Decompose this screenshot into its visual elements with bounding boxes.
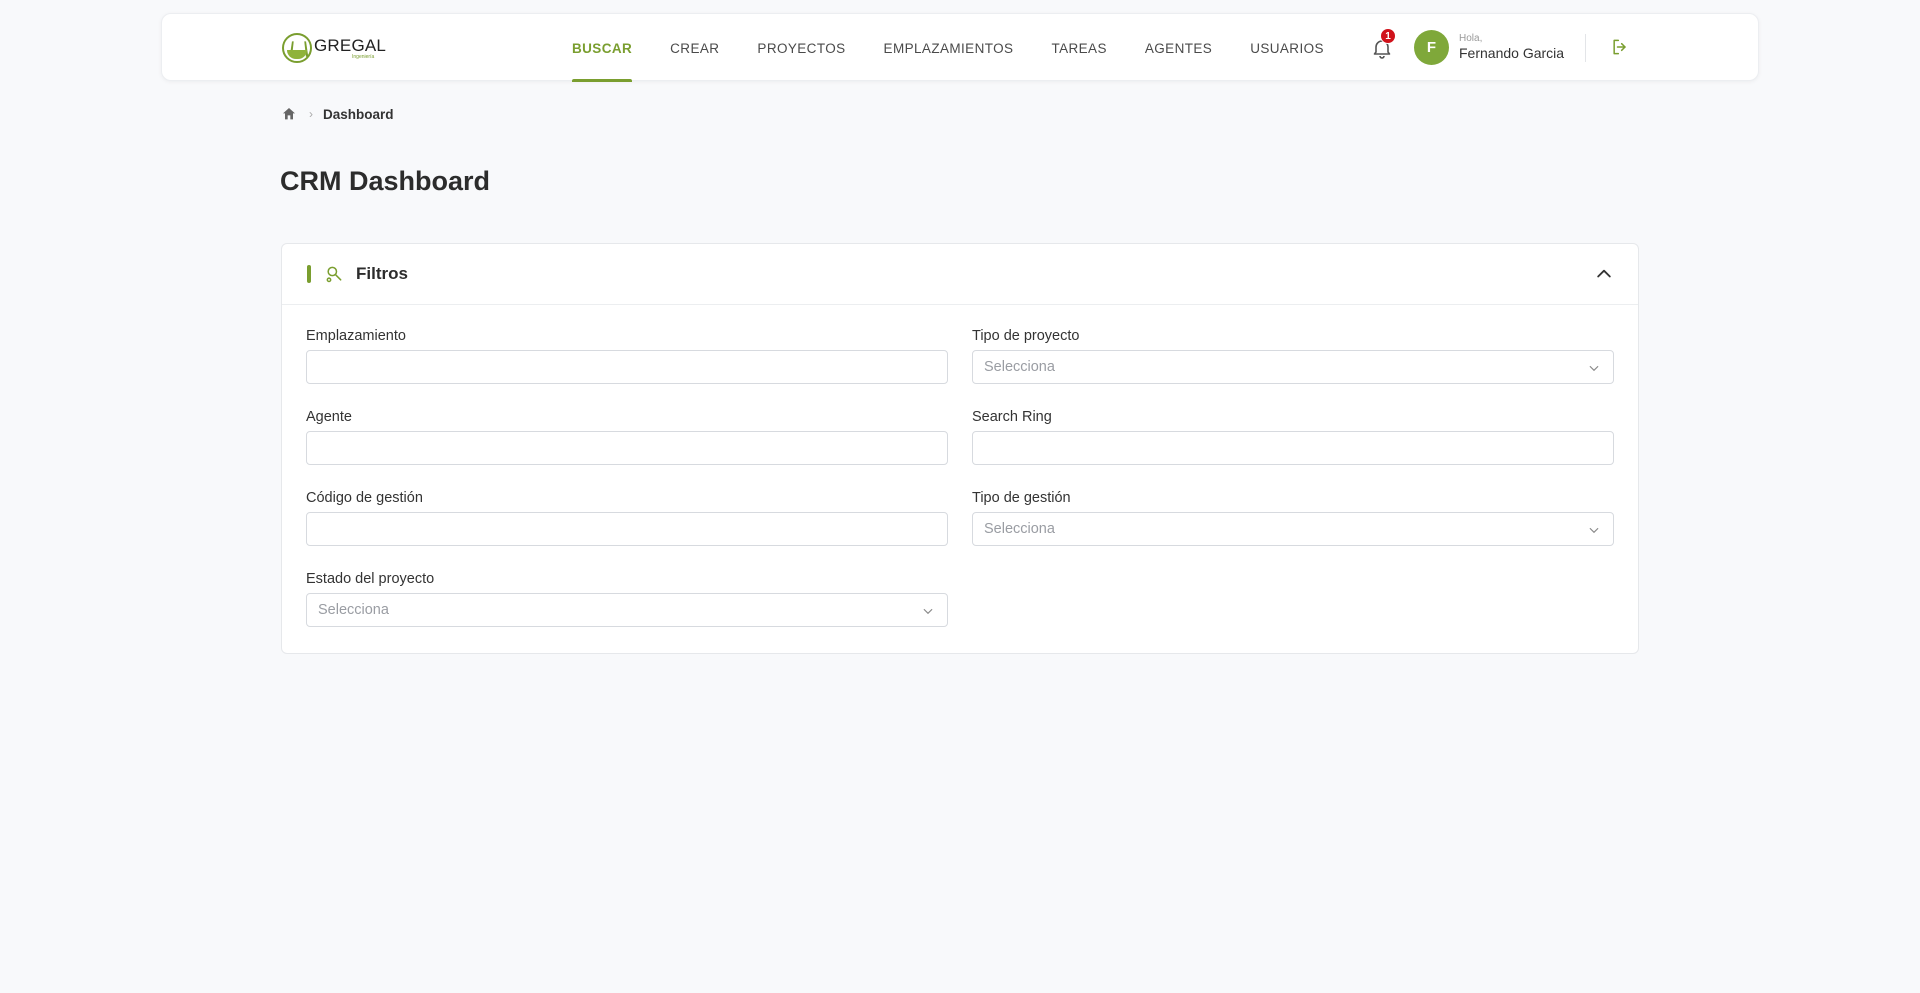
search-ring-field-group: Search Ring [972,409,1614,465]
tipo-gestion-select[interactable]: Selecciona [972,512,1614,546]
nav-item-proyectos[interactable]: PROYECTOS [757,14,845,82]
tipo-proyecto-label: Tipo de proyecto [972,328,1080,344]
nav-item-crear[interactable]: CREAR [670,14,719,82]
user-greeting: Hola, Fernando Garcia [1459,33,1564,61]
chevron-up-icon[interactable] [1594,264,1614,284]
nav-item-usuarios[interactable]: USUARIOS [1250,14,1324,82]
estado-proyecto-label: Estado del proyecto [306,571,435,587]
filter-search-icon [326,266,342,283]
tipo-gestion-label: Tipo de gestión [972,490,1071,506]
accent-bar [307,265,311,283]
agente-field-group: Agente [306,409,948,465]
codigo-gestion-input[interactable] [306,512,948,546]
avatar[interactable]: F [1414,30,1449,65]
tipo-proyecto-placeholder: Selecciona [984,359,1055,375]
tipo-gestion-placeholder: Selecciona [984,521,1055,537]
codigo-gestion-field-group: Código de gestión [306,490,948,546]
chevron-down-icon [1589,365,1599,372]
estado-proyecto-placeholder: Selecciona [318,602,389,618]
nav-item-buscar[interactable]: BUSCAR [572,14,633,82]
tipo-proyecto-field-group: Tipo de proyecto Selecciona [972,328,1614,384]
codigo-gestion-label: Código de gestión [306,490,423,506]
top-navbar: GREGAL Ingeniería BUSCAR CREAR PROYECTOS… [161,13,1759,82]
emplazamiento-label: Emplazamiento [306,328,406,344]
user-name[interactable]: Fernando Garcia [1459,45,1564,61]
brand-name: GREGAL [314,35,387,55]
logout-icon[interactable] [1610,37,1630,57]
nav-item-emplazamientos[interactable]: EMPLAZAMIENTOS [884,14,1014,82]
notification-badge: 1 [1380,28,1396,44]
filters-card: Filtros Emplazamiento Tipo de proyecto S… [281,243,1639,654]
home-icon[interactable] [281,106,297,122]
chevron-right-icon: › [309,107,313,121]
nav-item-agentes[interactable]: AGENTES [1145,14,1212,82]
estado-proyecto-field-group: Estado del proyecto Selecciona [306,571,948,627]
main-nav: BUSCAR CREAR PROYECTOS EMPLAZAMIENTOS TA… [572,14,1362,82]
emplazamiento-input[interactable] [306,350,948,384]
brand-logo[interactable]: GREGAL Ingeniería [282,32,386,64]
header-divider [1585,34,1586,62]
nav-item-tareas[interactable]: TAREAS [1051,14,1106,82]
estado-proyecto-select[interactable]: Selecciona [306,593,948,627]
chevron-down-icon [923,608,933,615]
filters-title: Filtros [356,264,408,283]
chevron-down-icon [1589,527,1599,534]
search-ring-label: Search Ring [972,409,1052,425]
agente-input[interactable] [306,431,948,465]
breadcrumb-current: Dashboard [323,106,394,122]
emplazamiento-field-group: Emplazamiento [306,328,948,384]
agente-label: Agente [306,409,352,425]
page-title: CRM Dashboard [280,166,491,196]
tipo-gestion-field-group: Tipo de gestión Selecciona [972,490,1614,546]
breadcrumb: › Dashboard [281,106,394,122]
brand-tagline: Ingeniería [352,53,375,60]
tipo-proyecto-select[interactable]: Selecciona [972,350,1614,384]
greeting-text: Hola, [1459,33,1483,44]
logo-icon [282,33,312,63]
filters-header[interactable]: Filtros [282,244,1638,305]
search-ring-input[interactable] [972,431,1614,465]
